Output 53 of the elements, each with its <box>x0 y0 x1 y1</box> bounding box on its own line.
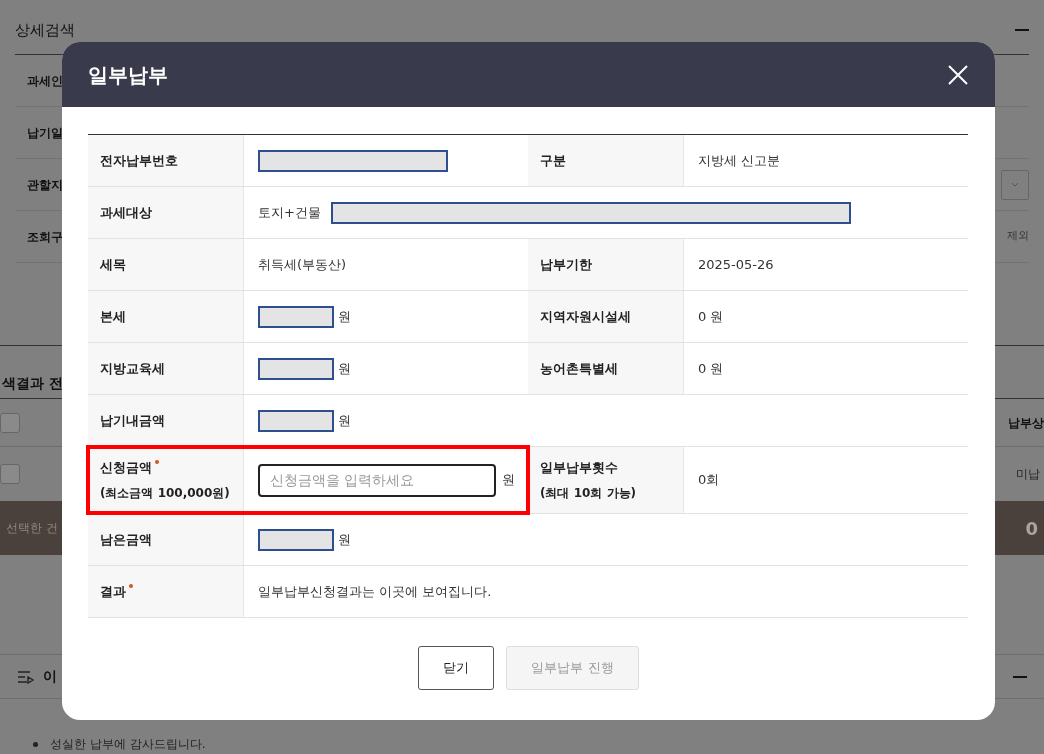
dialog-button[interactable]: 닫기 <box>418 646 495 690</box>
section-title: 상세검색 <box>15 19 75 41</box>
field-value: 지방세 신고분 <box>698 151 781 170</box>
field-label: 신청금액 <box>100 459 152 478</box>
field-value: 0 원 <box>698 307 724 326</box>
results-title: 색결과 전 <box>1 374 63 393</box>
status-cell-text: 미납 <box>1016 466 1040 483</box>
dialog-title: 일부납부 <box>88 61 168 89</box>
checkbox[interactable] <box>0 412 20 433</box>
field-value: 일부납부신청결과는 이곳에 보여집니다. <box>258 582 492 601</box>
unit-label: 원 <box>338 530 351 549</box>
filter-note: 제외 <box>1007 228 1029 245</box>
field-label: 결과 <box>100 582 126 601</box>
close-icon[interactable] <box>947 63 969 86</box>
selection-label: 선택한 건 <box>6 520 58 537</box>
field-label: 본세 <box>100 307 126 326</box>
field-value: 2025-05-26 <box>698 255 774 274</box>
filter-label: 납기일 <box>26 124 63 142</box>
field-label: 납부기한 <box>540 255 592 274</box>
unit-label: 원 <box>338 307 351 326</box>
field-label: 세목 <box>100 255 126 274</box>
field-label: 농어촌특별세 <box>540 359 618 378</box>
info-title: 이 <box>43 667 57 686</box>
field-value: 취득세(부동산) <box>258 255 347 274</box>
field-value: 0회 <box>698 471 720 490</box>
field-note: (최대 10회 가능) <box>540 484 638 502</box>
column-header: 납부상 <box>1008 414 1044 432</box>
amount-input-field[interactable]: 신청금액을 입력하세요 <box>258 463 496 497</box>
field-label: 전자납부번호 <box>100 151 178 170</box>
field-value: 토지+건물 <box>258 203 321 222</box>
checkbox[interactable] <box>0 464 20 484</box>
list-icon <box>17 669 35 684</box>
field-label: 지역자원시설세 <box>540 307 631 326</box>
selection-total: 0 <box>1025 516 1038 541</box>
filter-label: 조회구 <box>26 228 63 246</box>
collapse-icon[interactable] <box>1013 675 1027 678</box>
bullet-icon <box>33 741 38 747</box>
field-label: 구분 <box>540 151 566 170</box>
filter-label: 과세인 <box>26 72 63 90</box>
field-label: 과세대상 <box>100 203 152 222</box>
unit-label: 원 <box>502 471 515 490</box>
unit-label: 원 <box>338 359 351 378</box>
field-note: (최소금액 100,000원) <box>100 484 231 502</box>
filter-label: 관할지 <box>26 176 63 194</box>
dropdown[interactable] <box>1001 169 1029 200</box>
field-label: 지방교육세 <box>100 359 165 378</box>
field-value: 0 원 <box>698 359 724 378</box>
field-label: 남은금액 <box>100 530 152 549</box>
unit-label: 원 <box>338 411 351 430</box>
field-label: 일부납부횟수 <box>540 459 618 478</box>
field-label: 납기내금액 <box>100 411 165 430</box>
chevron-icon <box>1011 182 1019 187</box>
info-text: 성실한 납부에 감사드립니다. <box>50 736 206 753</box>
